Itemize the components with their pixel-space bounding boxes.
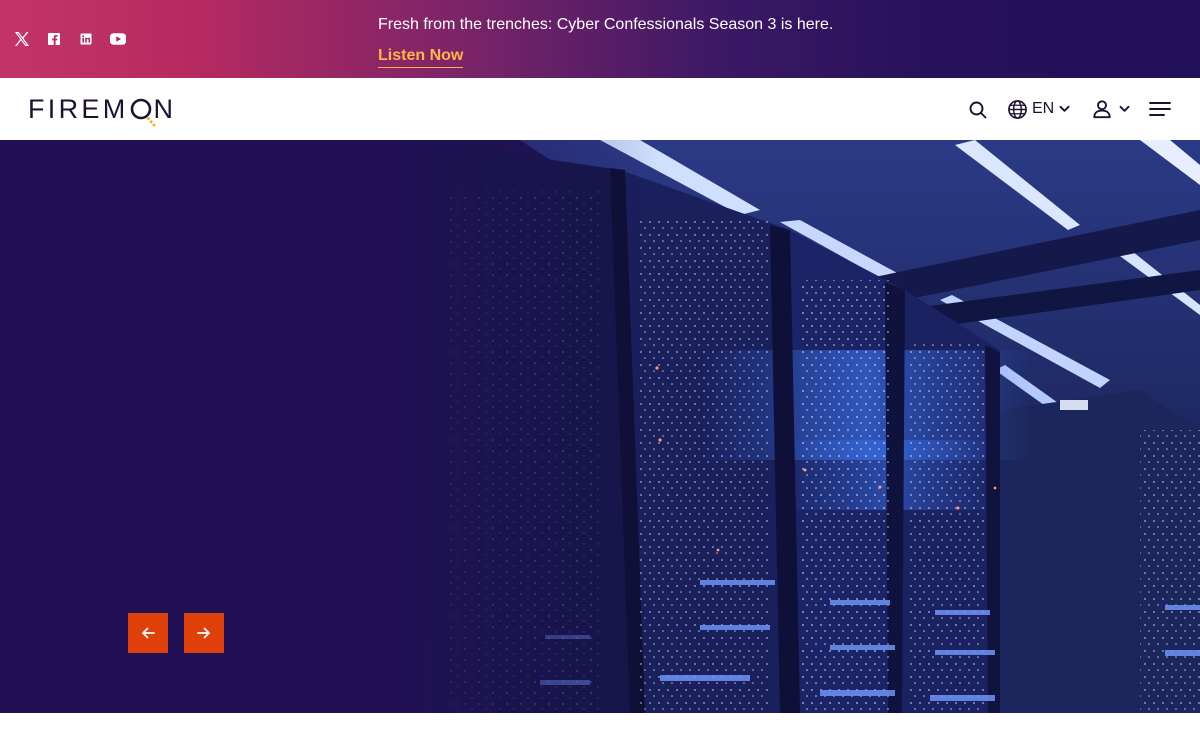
linkedin-link[interactable] [76, 30, 96, 48]
logo-text-right: N [153, 93, 177, 124]
x-icon [15, 32, 29, 46]
firemon-logo[interactable]: FIREM N [28, 92, 177, 127]
x-link[interactable] [12, 30, 32, 48]
main-menu-button[interactable] [1149, 100, 1171, 118]
listen-now-link[interactable]: Listen Now [378, 46, 464, 68]
facebook-link[interactable] [44, 30, 64, 48]
arrow-right-icon [197, 627, 210, 639]
announcement-text: Fresh from the trenches: Cyber Confessio… [378, 16, 834, 33]
chevron-down-icon [1119, 105, 1130, 112]
arrow-left-icon [142, 627, 155, 639]
language-selector[interactable]: EN [1007, 98, 1070, 120]
youtube-link[interactable] [108, 30, 128, 48]
search-button[interactable] [968, 100, 988, 120]
search-icon [969, 101, 987, 119]
hero-banner [0, 140, 1200, 713]
social-links [12, 30, 140, 48]
logo-text-left: FIREM [28, 93, 129, 124]
chevron-down-icon [1059, 105, 1070, 112]
linkedin-icon [80, 33, 92, 45]
user-icon [1093, 100, 1111, 119]
carousel-next-button[interactable] [184, 613, 224, 653]
language-code: EN [1032, 100, 1055, 117]
site-header: FIREM N EN [0, 78, 1200, 140]
announcement-bar: Fresh from the trenches: Cyber Confessio… [0, 0, 1200, 78]
carousel-prev-button[interactable] [128, 613, 168, 653]
logo-magnifier-icon [130, 97, 155, 127]
hamburger-menu-icon [1149, 102, 1171, 116]
facebook-icon [48, 33, 60, 45]
globe-icon [1008, 99, 1027, 119]
youtube-icon [110, 33, 126, 45]
hero-server-room-image [0, 140, 1200, 713]
account-menu[interactable] [1092, 98, 1130, 120]
